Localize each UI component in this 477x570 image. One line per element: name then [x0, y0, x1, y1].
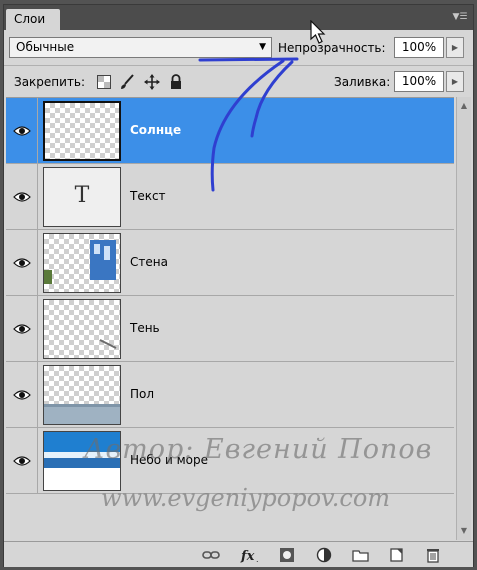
wall-image	[44, 240, 116, 284]
tab-layers[interactable]: Слои	[6, 9, 60, 30]
lock-position-move-icon[interactable]	[144, 74, 160, 90]
opacity-input[interactable]: 100%	[394, 37, 444, 58]
opacity-slider-button[interactable]: ▶	[446, 37, 464, 58]
lock-transparent-pixels-icon[interactable]	[96, 74, 112, 90]
mouse-cursor-icon	[310, 20, 326, 44]
sky-sea-image	[44, 432, 120, 468]
layer-name[interactable]: Небо и море	[130, 453, 208, 467]
lock-all-padlock-icon[interactable]	[168, 74, 184, 90]
layer-name[interactable]: Тень	[130, 321, 160, 335]
eye-icon	[13, 192, 31, 202]
layers-panel: Слои ▼☰ Обычные ▼ Непрозрачность: 100% ▶…	[3, 4, 474, 567]
layer-name[interactable]: Солнце	[130, 123, 181, 137]
new-adjustment-layer-icon[interactable]	[316, 547, 334, 563]
layer-row-shadow[interactable]: Тень	[6, 296, 454, 362]
layer-visibility-toggle[interactable]	[6, 230, 38, 295]
layers-list: Солнце T Текст Стена Тень Пол Небо и мор…	[6, 97, 454, 541]
add-layer-mask-icon[interactable]	[278, 547, 296, 563]
layer-visibility-toggle[interactable]	[6, 164, 38, 229]
link-layers-icon[interactable]	[202, 547, 220, 563]
layer-thumbnail[interactable]	[43, 365, 121, 425]
new-layer-icon[interactable]	[388, 547, 406, 563]
eye-icon	[13, 390, 31, 400]
panel-tab-bar: Слои ▼☰	[4, 5, 473, 30]
layer-thumbnail[interactable]	[43, 233, 121, 293]
svg-text:fx: fx	[240, 549, 255, 563]
fill-label: Заливка:	[334, 75, 391, 89]
layers-scrollbar[interactable]: ▲ ▼	[456, 97, 471, 540]
svg-text:.: .	[256, 555, 259, 563]
lock-image-pixels-brush-icon[interactable]	[119, 74, 135, 90]
text-layer-thumbnail[interactable]: T	[43, 167, 121, 227]
scroll-down-arrow-icon[interactable]: ▼	[457, 524, 471, 538]
new-group-folder-icon[interactable]	[352, 547, 370, 563]
scroll-up-arrow-icon[interactable]: ▲	[457, 99, 471, 113]
layer-thumbnail[interactable]	[43, 299, 121, 359]
divider	[4, 65, 473, 66]
panel-menu-icon[interactable]: ▼☰	[452, 10, 468, 24]
eye-icon	[13, 126, 31, 136]
shadow-image	[99, 339, 117, 349]
layer-visibility-toggle[interactable]	[6, 296, 38, 361]
layer-thumbnail[interactable]	[43, 101, 121, 161]
eye-icon	[13, 324, 31, 334]
fill-slider-button[interactable]: ▶	[446, 71, 464, 92]
layer-thumbnail[interactable]	[43, 431, 121, 491]
eye-icon	[13, 258, 31, 268]
lock-label: Закрепить:	[14, 75, 86, 89]
delete-layer-trash-icon[interactable]	[424, 547, 442, 563]
blend-mode-select[interactable]: Обычные ▼	[9, 37, 272, 58]
layer-row-text[interactable]: T Текст	[6, 164, 454, 230]
layer-row-sky-sea[interactable]: Небо и море	[6, 428, 454, 494]
blend-mode-value: Обычные	[16, 40, 75, 54]
layer-row-sun[interactable]: Солнце	[6, 98, 454, 164]
layer-name[interactable]: Стена	[130, 255, 168, 269]
layers-footer-toolbar: fx .	[4, 541, 473, 567]
layer-name[interactable]: Пол	[130, 387, 154, 401]
chevron-down-icon: ▼	[259, 42, 266, 52]
layer-visibility-toggle[interactable]	[6, 98, 38, 163]
layer-row-floor[interactable]: Пол	[6, 362, 454, 428]
layer-visibility-toggle[interactable]	[6, 428, 38, 493]
blend-opacity-row: Обычные ▼ Непрозрачность: 100% ▶	[4, 34, 473, 62]
layer-name[interactable]: Текст	[130, 189, 166, 203]
lock-fill-row: Закрепить: Заливка: 100% ▶	[4, 68, 473, 96]
layer-style-fx-icon[interactable]: fx .	[240, 547, 262, 563]
floor-image	[44, 404, 120, 424]
layer-row-wall[interactable]: Стена	[6, 230, 454, 296]
opacity-label: Непрозрачность:	[278, 41, 386, 55]
fill-input[interactable]: 100%	[394, 71, 444, 92]
layer-visibility-toggle[interactable]	[6, 362, 38, 427]
eye-icon	[13, 456, 31, 466]
